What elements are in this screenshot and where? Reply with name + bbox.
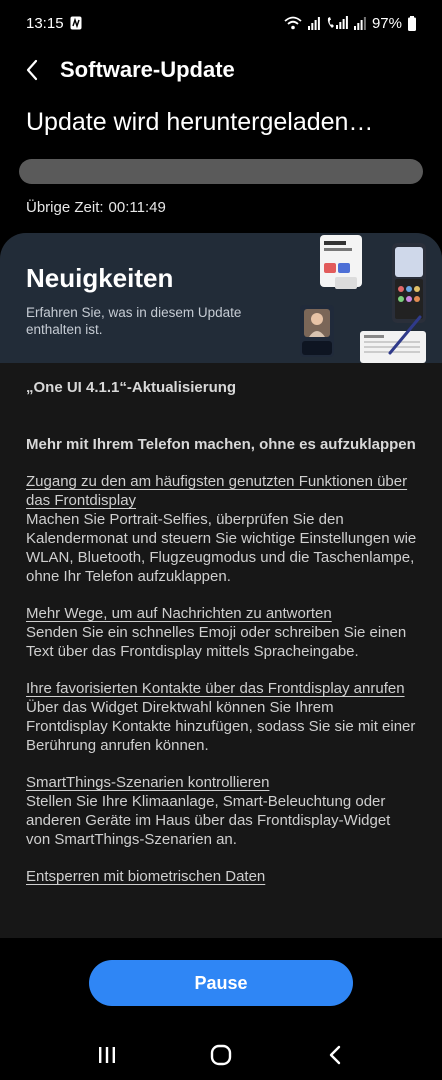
status-bar: 13:15 97% xyxy=(0,0,442,46)
navigation-bar xyxy=(0,1030,442,1080)
back-icon xyxy=(329,1045,341,1065)
download-status-title: Update wird heruntergeladen… xyxy=(26,108,374,136)
remaining-time-label: Übrige Zeit: xyxy=(26,199,104,216)
notes-section-title: Ihre favorisierten Kontakte über das Fro… xyxy=(26,680,405,697)
download-progress-bar xyxy=(19,159,423,184)
remaining-time: Übrige Zeit: 00:11:49 xyxy=(26,199,166,216)
software-update-screen: 13:15 97% Software-Update Update wird he… xyxy=(0,0,442,1080)
signal-icon-2 xyxy=(353,16,366,30)
clock: 13:15 xyxy=(26,14,64,32)
wifi-icon xyxy=(284,16,302,30)
notes-section: Mehr Wege, um auf Nachrichten zu antwort… xyxy=(26,604,418,661)
notes-section-title: Mehr Wege, um auf Nachrichten zu antwort… xyxy=(26,605,332,622)
notes-section-body: Machen Sie Portrait-Selfies, überprüfen … xyxy=(26,511,417,585)
nav-back-button[interactable] xyxy=(305,1035,365,1075)
feature-illustration xyxy=(300,235,426,363)
notes-section-title: Zugang zu den am häufigsten genutzten Fu… xyxy=(26,473,408,509)
notes-section-title: SmartThings-Szenarien kontrollieren xyxy=(26,774,270,791)
back-arrow-icon xyxy=(26,59,38,81)
notes-section: SmartThings-Szenarien kontrollieren Stel… xyxy=(26,773,418,849)
notes-section: Ihre favorisierten Kontakte über das Fro… xyxy=(26,679,418,755)
battery-percent: 97% xyxy=(371,14,402,32)
update-version: „One UI 4.1.1“-Aktualisierung xyxy=(26,379,237,396)
remaining-time-value: 00:11:49 xyxy=(108,199,166,216)
banner-title: Neuigkeiten xyxy=(26,263,174,293)
notes-section-body: Über das Widget Direktwahl können Sie Ih… xyxy=(26,699,416,754)
back-button[interactable] xyxy=(12,50,52,90)
recents-button[interactable] xyxy=(77,1035,137,1075)
whats-new-banner: Neuigkeiten Erfahren Sie, was in diesem … xyxy=(0,233,442,363)
signal-icon xyxy=(307,16,320,30)
notes-headline: Mehr mit Ihrem Telefon machen, ohne es a… xyxy=(26,436,416,453)
scroll-fade xyxy=(0,898,442,938)
nfc-icon xyxy=(70,16,82,30)
home-button[interactable] xyxy=(191,1035,251,1075)
page-title: Software-Update xyxy=(60,57,235,82)
recents-icon xyxy=(99,1047,115,1063)
update-info-card[interactable]: Neuigkeiten Erfahren Sie, was in diesem … xyxy=(0,233,442,938)
volte-signal-icon xyxy=(326,16,348,30)
battery-icon xyxy=(408,15,416,31)
notes-section: Entsperren mit biometrischen Daten xyxy=(26,867,418,886)
release-notes: „One UI 4.1.1“-Aktualisierung Mehr mit I… xyxy=(26,378,418,904)
banner-subtitle: Erfahren Sie, was in diesem Update entha… xyxy=(26,305,242,337)
pause-button[interactable]: Pause xyxy=(89,960,353,1006)
app-header: Software-Update xyxy=(0,48,442,92)
notes-section-title: Entsperren mit biometrischen Daten xyxy=(26,868,266,885)
notes-section: Zugang zu den am häufigsten genutzten Fu… xyxy=(26,472,418,586)
notes-section-body: Senden Sie ein schnelles Emoji oder schr… xyxy=(26,624,407,660)
notes-section-body: Stellen Sie Ihre Klimaanlage, Smart-Bele… xyxy=(26,793,391,848)
home-icon xyxy=(210,1044,232,1066)
